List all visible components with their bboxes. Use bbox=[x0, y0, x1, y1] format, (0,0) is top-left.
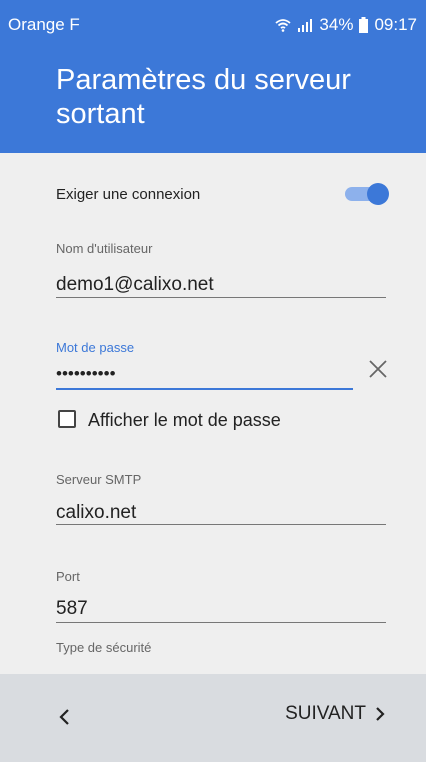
carrier-label: Orange F bbox=[8, 15, 80, 34]
wifi-icon bbox=[275, 19, 292, 32]
app-header: Orange F 34% 09:17 Paramètres du serveur bbox=[0, 0, 426, 153]
bottom-nav-bar: SUIVANT bbox=[0, 674, 426, 762]
status-bar: Orange F 34% 09:17 bbox=[0, 0, 426, 34]
username-underline bbox=[56, 297, 386, 298]
security-type-label: Type de sécurité bbox=[56, 640, 152, 655]
port-underline bbox=[56, 622, 386, 623]
smtp-label: Serveur SMTP bbox=[56, 472, 142, 487]
signal-icon bbox=[298, 19, 313, 32]
battery-percent: 34% bbox=[319, 15, 354, 34]
port-input[interactable]: 587 bbox=[56, 598, 88, 620]
status-icons: 34% 09:17 bbox=[275, 15, 417, 35]
username-input[interactable]: demo1@calixo.net bbox=[56, 274, 214, 296]
clear-icon[interactable] bbox=[367, 358, 389, 380]
show-password-checkbox[interactable] bbox=[58, 410, 76, 428]
password-underline bbox=[56, 388, 353, 390]
show-password-label[interactable]: Afficher le mot de passe bbox=[88, 410, 281, 431]
password-label: Mot de passe bbox=[56, 340, 135, 355]
password-input[interactable]: •••••••••• bbox=[56, 364, 116, 384]
chevron-right-icon bbox=[376, 707, 385, 721]
battery-icon bbox=[359, 17, 369, 33]
next-label: SUIVANT bbox=[285, 703, 366, 724]
back-button[interactable] bbox=[56, 706, 74, 728]
clock: 09:17 bbox=[374, 15, 417, 34]
page-title: Paramètres du serveur sortant bbox=[56, 64, 351, 130]
require-connection-label: Exiger une connexion bbox=[56, 186, 201, 203]
require-connection-toggle[interactable] bbox=[345, 183, 389, 205]
port-label: Port bbox=[56, 569, 80, 584]
next-button[interactable]: SUIVANT bbox=[285, 703, 386, 725]
smtp-underline bbox=[56, 524, 386, 525]
username-label: Nom d'utilisateur bbox=[56, 241, 153, 256]
toggle-knob bbox=[367, 183, 389, 205]
smtp-input[interactable]: calixo.net bbox=[56, 502, 136, 524]
